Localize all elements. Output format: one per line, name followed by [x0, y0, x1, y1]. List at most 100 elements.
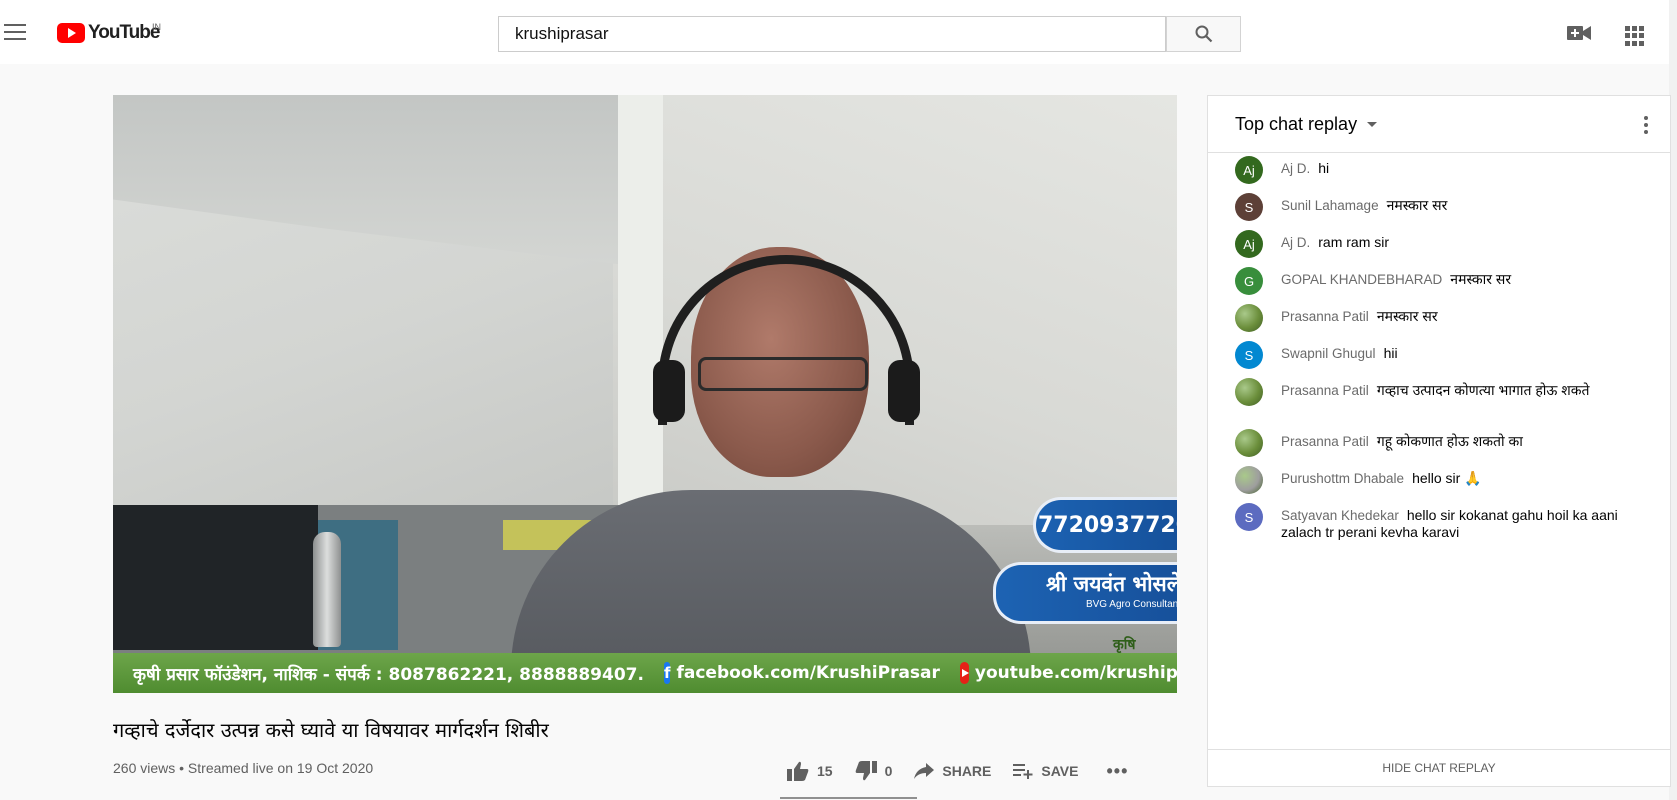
chat-message: Prasanna Patil गहू कोकणात होऊ शकतो का [1235, 429, 1626, 457]
actions-underline [780, 797, 917, 799]
overlay-phone: 7720937720 [1033, 497, 1177, 553]
youtube-icon [959, 662, 969, 684]
chat-author[interactable]: Prasanna Patil [1281, 434, 1369, 449]
strip-facebook: facebook.com/KrushiPrasar [676, 663, 940, 683]
thumbs-up-icon [787, 761, 809, 781]
corner-logo: कृषि [1113, 637, 1136, 653]
speaker-earcup-right [888, 360, 920, 422]
avatar[interactable]: S [1235, 193, 1263, 221]
chat-author[interactable]: Aj D. [1281, 235, 1310, 250]
top-bar: YouTube IN [0, 0, 1677, 64]
chat-mode-dropdown[interactable]: Top chat replay [1235, 114, 1378, 135]
video-title: गव्हाचे दर्जेदार उत्पन्न कसे घ्यावे या व… [113, 718, 549, 742]
chat-text: नमस्कार सर [1376, 308, 1438, 324]
chat-text: ram ram sir [1318, 234, 1390, 250]
save-button[interactable]: SAVE [1013, 763, 1078, 779]
video-meta: 260 views • Streamed live on 19 Oct 2020 [113, 760, 374, 776]
chat-message: G GOPAL KHANDEBHARAD नमस्कार सर [1235, 267, 1626, 295]
overlay-role: BVG Agro Consultant [1085, 599, 1177, 610]
avatar[interactable] [1235, 429, 1263, 457]
chat-message: Aj Aj D. hi [1235, 156, 1626, 184]
chat-header: Top chat replay [1208, 96, 1670, 153]
avatar[interactable]: Aj [1235, 156, 1263, 184]
create-video-icon[interactable] [1567, 25, 1591, 41]
chat-message-body: Aj D. hi [1281, 160, 1626, 177]
avatar[interactable]: S [1235, 503, 1263, 531]
video-actions: 15 0 SHARE SAVE ••• [787, 760, 1128, 782]
chat-message: S Swapnil Ghugul hii [1235, 341, 1626, 369]
chat-message: S Satyavan Khedekar hello sir kokanat gahu… [1235, 503, 1626, 541]
avatar[interactable]: S [1235, 341, 1263, 369]
chat-author[interactable]: Prasanna Patil [1281, 309, 1369, 324]
chat-author[interactable]: Satyavan Khedekar [1281, 508, 1399, 523]
thumbs-down-icon [855, 761, 877, 781]
like-button[interactable]: 15 [787, 761, 833, 781]
search-input[interactable] [513, 23, 1165, 45]
chat-message: Purushottm Dhabale hello sir 🙏 [1235, 466, 1626, 494]
like-count: 15 [817, 763, 833, 779]
video-scene-monitor [113, 505, 318, 650]
facebook-icon: f [663, 662, 671, 684]
speaker-earcup-left [653, 360, 685, 422]
chat-author[interactable]: Aj D. [1281, 161, 1310, 176]
logo-country: IN [152, 22, 161, 32]
search-button[interactable] [1166, 16, 1241, 52]
caret-down-icon [1367, 122, 1378, 127]
chat-message: Prasanna Patil गव्हाच उत्पादन कोणत्या भाग… [1235, 378, 1626, 406]
chat-message-body: GOPAL KHANDEBHARAD नमस्कार सर [1281, 271, 1626, 288]
avatar[interactable] [1235, 304, 1263, 332]
speaker-glasses [698, 357, 868, 391]
hide-chat-replay-button[interactable]: HIDE CHAT REPLAY [1208, 749, 1670, 786]
video-scene-pillar [618, 95, 663, 515]
chat-text: hi [1318, 160, 1330, 176]
chat-text: नमस्कार सर [1450, 271, 1512, 287]
chat-author[interactable]: Purushottm Dhabale [1281, 471, 1404, 486]
chat-message-body: Prasanna Patil गहू कोकणात होऊ शकतो का [1281, 433, 1626, 450]
playlist-add-icon [1013, 764, 1033, 779]
logo-text: YouTube [88, 22, 160, 43]
menu-icon[interactable] [4, 24, 26, 40]
more-options-icon[interactable] [1644, 116, 1648, 137]
strip-contact: कृषी प्रसार फॉउंडेशन, नाशिक - संपर्क : 8… [133, 664, 644, 685]
chat-title: Top chat replay [1235, 114, 1358, 134]
avatar[interactable] [1235, 466, 1263, 494]
avatar[interactable]: G [1235, 267, 1263, 295]
overlay-name-tag: श्री जयवंत भोसले BVG Agro Consultant [993, 562, 1177, 624]
chat-message-body: Prasanna Patil गव्हाच उत्पादन कोणत्या भाग… [1281, 382, 1626, 399]
dislike-count: 0 [884, 763, 893, 779]
avatar[interactable] [1235, 378, 1263, 406]
chat-message-body: Satyavan Khedekar hello sir kokanat gahu … [1281, 507, 1626, 541]
chat-text: hello sir 🙏 [1412, 470, 1482, 486]
chat-author[interactable]: Prasanna Patil [1281, 383, 1369, 398]
youtube-play-icon [57, 23, 85, 43]
share-button[interactable]: SHARE [914, 763, 991, 779]
chat-text: नमस्कार सर [1386, 197, 1448, 213]
youtube-logo[interactable]: YouTube IN [57, 22, 161, 43]
save-label: SAVE [1041, 763, 1079, 779]
more-actions-button[interactable]: ••• [1106, 761, 1128, 782]
avatar[interactable]: Aj [1235, 230, 1263, 258]
chat-author[interactable]: Sunil Lahamage [1281, 198, 1379, 213]
video-scene-bottle [313, 532, 341, 647]
dislike-button[interactable]: 0 [855, 761, 893, 781]
chat-message: Aj Aj D. ram ram sir [1235, 230, 1626, 258]
chat-author[interactable]: Swapnil Ghugul [1281, 346, 1376, 361]
share-label: SHARE [942, 763, 992, 779]
chat-message-body: Sunil Lahamage नमस्कार सर [1281, 197, 1626, 214]
apps-icon[interactable] [1625, 26, 1645, 46]
chat-message: S Sunil Lahamage नमस्कार सर [1235, 193, 1626, 221]
chat-message-body: Swapnil Ghugul hii [1281, 345, 1626, 362]
video-player[interactable]: 7720937720 श्री जयवंत भोसले BVG Agro Con… [113, 95, 1177, 693]
chat-message-body: Purushottm Dhabale hello sir 🙏 [1281, 470, 1626, 487]
overlay-strip: कृषी प्रसार फॉउंडेशन, नाशिक - संपर्क : 8… [113, 653, 1177, 693]
chat-text: गव्हाच उत्पादन कोणत्या भागात होऊ शकते [1376, 382, 1590, 398]
chat-message-body: Aj D. ram ram sir [1281, 234, 1626, 251]
search-icon [1195, 25, 1212, 43]
chat-text: hii [1383, 345, 1398, 361]
share-icon [914, 763, 935, 779]
chat-author[interactable]: GOPAL KHANDEBHARAD [1281, 272, 1442, 287]
overlay-name: श्री जयवंत भोसले [1046, 572, 1177, 596]
chat-panel: Top chat replay Aj Aj D. hi S Sunil Lahamage… [1207, 95, 1671, 787]
chat-message: Prasanna Patil नमस्कार सर [1235, 304, 1626, 332]
search-box [498, 16, 1166, 52]
